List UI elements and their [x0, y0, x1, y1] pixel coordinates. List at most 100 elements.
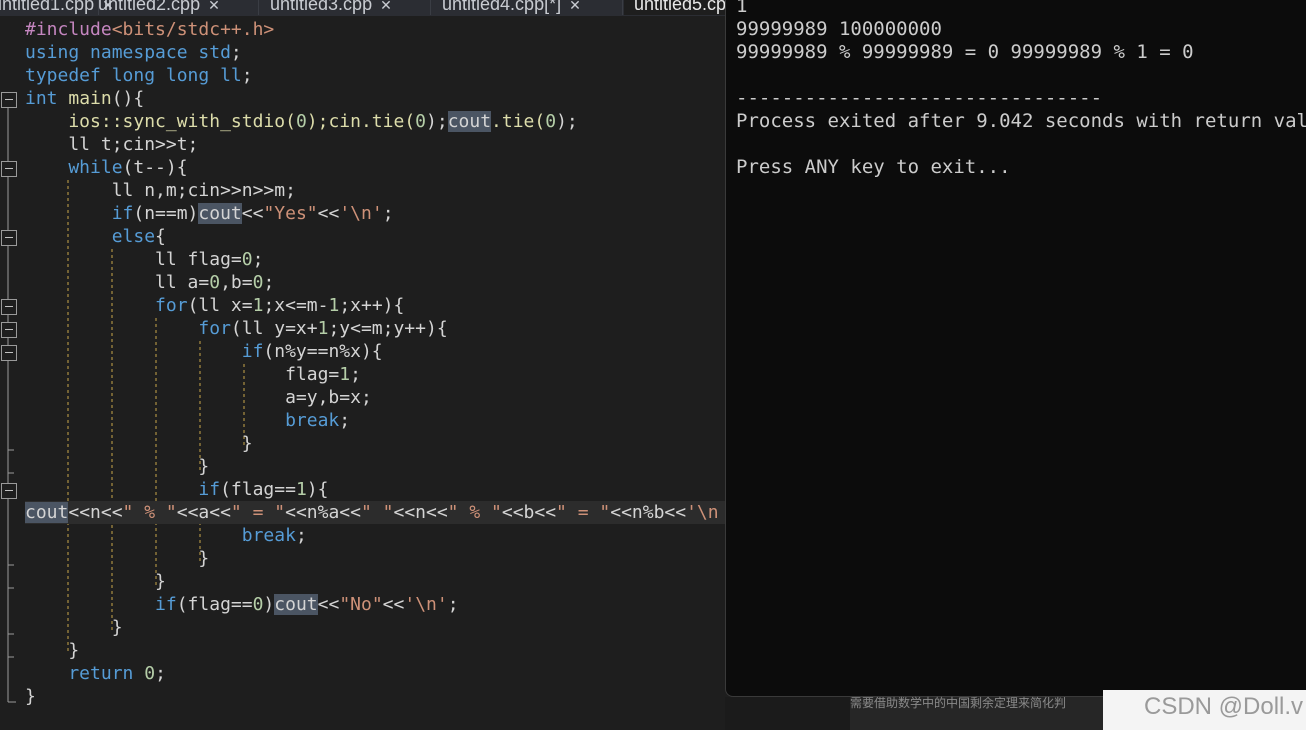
code-token: while — [25, 157, 123, 178]
tab-label: untitled2.cpp — [98, 0, 201, 14]
console-line: Press ANY key to exit... — [736, 156, 1011, 178]
code-token: using namespace std — [25, 42, 231, 63]
code-token: 0 — [295, 111, 307, 132]
code-line[interactable]: a=y,b=x; — [25, 386, 372, 409]
code-token: if — [25, 479, 221, 500]
code-token: } — [25, 617, 123, 638]
code-token: ; — [339, 410, 351, 431]
code-line[interactable]: if(flag==1){ — [25, 478, 328, 501]
tab-label: untitled3.cpp — [270, 0, 373, 14]
tab-label: untitled4.cpp[*] — [442, 0, 562, 14]
code-token: (flag== — [220, 479, 296, 500]
close-icon[interactable]: ✕ — [569, 0, 581, 13]
code-line[interactable]: ios::sync_with_stdio(0);cin.tie(0);cout.… — [25, 110, 578, 133]
code-token: ll n,m;cin>>n>>m; — [25, 180, 296, 201]
code-token: 0 — [252, 594, 264, 615]
code-token: (ll y=x+ — [230, 318, 318, 339]
code-line[interactable]: ll t;cin>>t; — [25, 133, 198, 156]
code-line[interactable]: cout<<n<<" % "<<a<<" = "<<n%a<<" "<<n<<"… — [25, 501, 725, 524]
code-token: << — [241, 203, 264, 224]
code-line[interactable]: } — [25, 685, 36, 708]
code-line[interactable]: flag=1; — [25, 363, 361, 386]
code-token: ll flag= — [25, 249, 242, 270]
code-token: '\n' — [404, 594, 448, 615]
code-line[interactable]: using namespace std; — [25, 41, 242, 64]
tab-untitled2[interactable]: untitled2.cpp ✕ — [88, 0, 259, 15]
code-token: } — [25, 686, 36, 707]
code-line[interactable]: for(ll y=x+1;y<=m;y++){ — [25, 317, 447, 340]
code-token: << — [317, 203, 340, 224]
console-window[interactable]: 1 99999989 100000000 99999989 % 99999989… — [725, 0, 1306, 697]
code-token: cout — [447, 111, 492, 132]
code-token: flag= — [25, 364, 340, 385]
code-line[interactable]: if(n%y==n%x){ — [25, 340, 383, 363]
code-token: 1 — [295, 479, 307, 500]
code-token: 0 — [252, 272, 264, 293]
code-token: ; — [252, 249, 264, 270]
code-line[interactable]: typedef long long ll; — [25, 64, 253, 87]
code-line[interactable]: #include<bits/stdc++.h> — [25, 18, 274, 41]
code-token: typedef long long ll — [25, 65, 242, 86]
code-token: <<a<< — [176, 502, 231, 523]
code-token: <<n%a<< — [285, 502, 361, 523]
code-line[interactable]: ll flag=0; — [25, 248, 263, 271]
close-icon[interactable]: ✕ — [380, 0, 392, 13]
code-editor[interactable]: #include<bits/stdc++.h> using namespace s… — [0, 16, 725, 730]
code-token: (){ — [111, 88, 145, 109]
code-line[interactable]: return 0; — [25, 662, 166, 685]
code-token: 1 — [252, 295, 264, 316]
code-token: <<b<< — [501, 502, 557, 523]
code-token: ; — [263, 272, 275, 293]
code-token: if — [25, 203, 134, 224]
code-token: } — [25, 456, 210, 477]
code-token: ); — [426, 111, 448, 132]
tab-untitled1[interactable]: untitled1.cpp ✕ — [0, 0, 114, 15]
code-token: } — [25, 571, 166, 592]
code-token: ;x<=m- — [263, 295, 329, 316]
code-line[interactable]: break; — [25, 409, 350, 432]
code-line[interactable]: } — [25, 639, 79, 662]
code-token: " " — [360, 502, 394, 523]
code-line[interactable]: } — [25, 570, 166, 593]
code-line[interactable]: break; — [25, 524, 307, 547]
code-token: " = " — [230, 502, 286, 523]
code-token: " % " — [122, 502, 177, 523]
close-icon[interactable]: ✕ — [208, 0, 220, 13]
code-line[interactable]: } — [25, 616, 123, 639]
code-token: return — [25, 663, 134, 684]
code-line[interactable]: if(flag==0)cout<<"No"<<'\n'; — [25, 593, 459, 616]
code-token: ios::sync_with_stdio( — [25, 111, 296, 132]
code-line[interactable]: ll a=0,b=0; — [25, 271, 274, 294]
console-line: 99999989 100000000 — [736, 18, 942, 40]
code-token: (n==m) — [133, 203, 199, 224]
code-token: for — [25, 295, 188, 316]
code-line[interactable]: ll n,m;cin>>n>>m; — [25, 179, 296, 202]
console-line: 1 — [736, 0, 748, 17]
code-line[interactable]: for(ll x=1;x<=m-1;x++){ — [25, 294, 404, 317]
code-token: << — [382, 594, 405, 615]
code-line[interactable]: } — [25, 432, 253, 455]
code-token: 0 — [241, 249, 253, 270]
code-token: ; — [241, 65, 253, 86]
code-token: break — [25, 410, 340, 431]
tab-untitled3[interactable]: untitled3.cpp ✕ — [260, 0, 431, 15]
code-token: << — [317, 594, 340, 615]
code-token: cout — [25, 502, 69, 523]
code-line[interactable]: } — [25, 547, 209, 570]
code-line[interactable]: int main(){ — [25, 87, 144, 110]
tab-untitled4[interactable]: untitled4.cpp[*] ✕ — [432, 0, 623, 15]
code-token: <bits/stdc++.h> — [111, 19, 275, 40]
code-token: ll t;cin>>t; — [25, 134, 199, 155]
code-line[interactable]: if(n==m)cout<<"Yes"<<'\n'; — [25, 202, 394, 225]
code-token: main — [68, 88, 112, 109]
code-token: (flag== — [176, 594, 253, 615]
code-token: <<n<< — [393, 502, 448, 523]
code-token: <<n%b<< — [610, 502, 687, 523]
code-line[interactable]: } — [25, 455, 209, 478]
code-line[interactable]: else{ — [25, 225, 166, 248]
code-token: (t--){ — [122, 157, 188, 178]
code-token: ); — [556, 111, 578, 132]
code-line[interactable]: while(t--){ — [25, 156, 188, 179]
code-token: break — [25, 525, 296, 546]
